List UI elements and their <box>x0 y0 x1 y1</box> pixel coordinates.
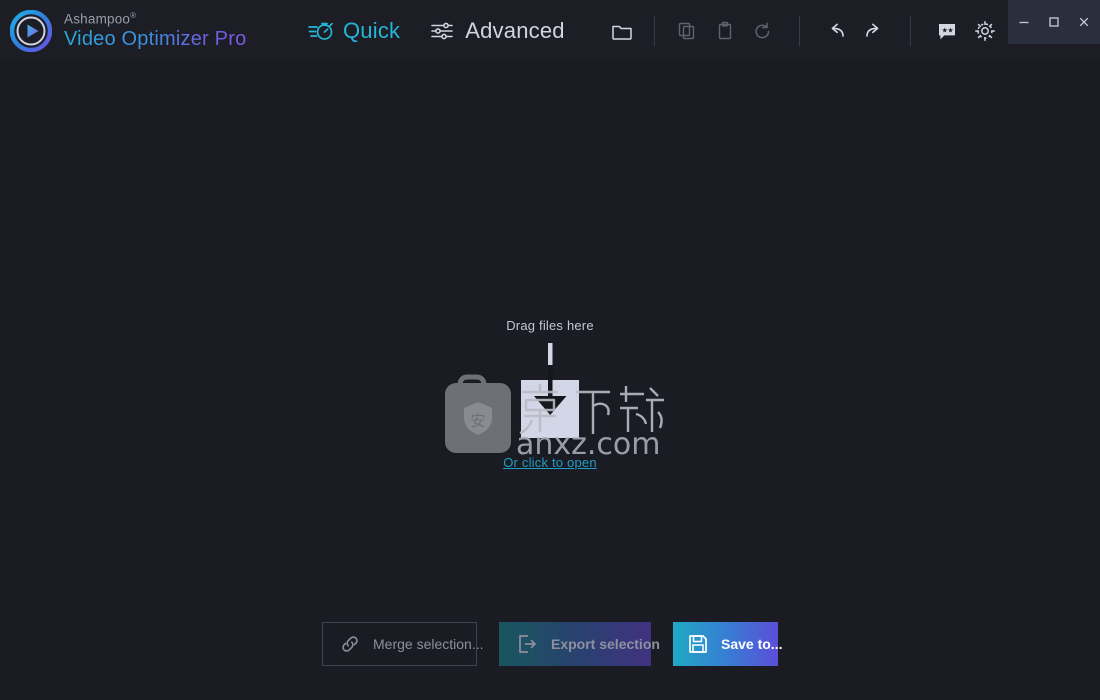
reset-button[interactable] <box>744 12 782 50</box>
gear-icon-button[interactable] <box>966 12 1004 50</box>
tab-quick[interactable]: Quick <box>306 14 402 48</box>
save-to-button[interactable]: Save to... <box>673 622 782 666</box>
floppy-disk-icon <box>687 633 709 655</box>
dropzone-title: Drag files here <box>506 318 594 333</box>
toolbar-divider-3 <box>909 16 911 46</box>
registered-mark: ® <box>130 10 137 20</box>
brand-company: Ashampoo® <box>64 10 137 27</box>
brand: Ashampoo® Video Optimizer Pro <box>0 10 290 52</box>
save-to-label: Save to... <box>721 636 783 652</box>
app-window: Ashampoo® Video Optimizer Pro Quick Adva… <box>0 0 1100 700</box>
minimize-icon[interactable] <box>1009 7 1039 37</box>
main-content: Drag files here Or click to open 安 anxz.… <box>0 62 1100 598</box>
export-arrow-icon <box>515 632 539 656</box>
export-selection-label: Export selection <box>551 636 660 652</box>
brand-product-name: Video Optimizer Pro <box>64 28 247 51</box>
tab-advanced-label: Advanced <box>465 18 565 43</box>
merge-selection-button[interactable]: Merge selection... <box>322 622 484 666</box>
toolbar-divider-1 <box>653 16 655 46</box>
app-header: Ashampoo® Video Optimizer Pro Quick Adva… <box>0 0 1100 62</box>
tab-quick-label: Quick <box>343 18 401 43</box>
close-icon[interactable] <box>1069 7 1099 37</box>
undo-button[interactable] <box>817 12 855 50</box>
stopwatch-icon <box>308 20 334 42</box>
merge-selection-label: Merge selection... <box>373 636 484 652</box>
tab-advanced[interactable]: Advanced <box>428 14 566 48</box>
rating-bubble-icon-button[interactable]: ★ ★ <box>928 12 966 50</box>
copy-button[interactable] <box>668 12 706 50</box>
open-folder-button[interactable] <box>603 12 641 50</box>
dropzone-open-link[interactable]: Or click to open <box>503 455 597 470</box>
sliders-icon <box>430 20 456 42</box>
paste-button[interactable] <box>706 12 744 50</box>
download-into-box-icon <box>498 343 602 447</box>
export-selection-button[interactable]: Export selection <box>499 622 660 666</box>
link-chain-icon <box>339 633 361 655</box>
redo-button[interactable] <box>855 12 893 50</box>
nav-tabs: Quick Advanced <box>306 14 567 48</box>
dropzone[interactable]: Drag files here Or click to open <box>420 318 680 470</box>
brand-text: Ashampoo® Video Optimizer Pro <box>64 10 247 51</box>
toolbar-divider-2 <box>798 16 800 46</box>
play-circle-icon <box>10 10 52 52</box>
footer-actions: Merge selection... Export selection Save… <box>0 598 1100 700</box>
maximize-icon[interactable] <box>1039 7 1069 37</box>
window-controls <box>1008 0 1100 44</box>
svg-text:★: ★ <box>947 26 953 34</box>
